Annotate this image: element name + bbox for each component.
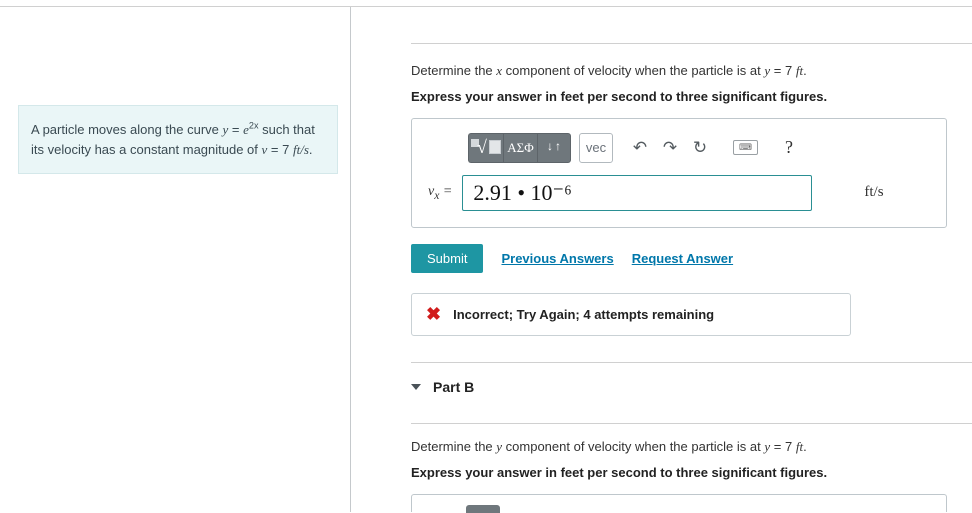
- partA-prompt: Determine the x component of velocity wh…: [411, 62, 972, 81]
- equation-toolbar: √ ΑΣΦ vec ↶ ↷ ↻ ⌨ ?: [468, 133, 930, 163]
- section-rule-top: [411, 43, 972, 44]
- partA-instruction: Express your answer in feet per second t…: [411, 89, 972, 104]
- subscript-fraction-button[interactable]: [537, 133, 571, 163]
- answer-unit-label: ft/s: [864, 184, 883, 201]
- help-button[interactable]: ?: [776, 137, 802, 158]
- section-rule-mid: [411, 362, 972, 363]
- left-column: A particle moves along the curve y = e2x…: [0, 7, 350, 512]
- template-group: √ ΑΣΦ: [468, 133, 571, 163]
- partB-instruction: Express your answer in feet per second t…: [411, 465, 972, 480]
- template-root-button[interactable]: √: [468, 133, 503, 163]
- answer-input[interactable]: [462, 175, 812, 211]
- sort-arrows-icon: [545, 138, 563, 158]
- reset-button[interactable]: ↻: [687, 138, 713, 158]
- partB-title: Part B: [433, 379, 474, 395]
- section-rule-after-partB: [411, 423, 972, 424]
- answer-row: vx = ft/s: [428, 175, 930, 211]
- redo-button[interactable]: ↷: [657, 138, 683, 158]
- feedback-box: ✖ Incorrect; Try Again; 4 attempts remai…: [411, 293, 851, 336]
- partB-prompt: Determine the y component of velocity wh…: [411, 438, 972, 457]
- answer-panel: √ ΑΣΦ vec ↶ ↷ ↻ ⌨ ? vx =: [411, 118, 947, 228]
- toolbar-peek: [466, 505, 500, 513]
- keyboard-shortcuts-button[interactable]: ⌨: [733, 140, 758, 155]
- incorrect-icon: ✖: [426, 304, 441, 325]
- greek-symbols-button[interactable]: ΑΣΦ: [503, 133, 537, 163]
- answer-variable-label: vx =: [428, 184, 452, 202]
- problem-text: A particle moves along the curve y = e2x…: [31, 122, 315, 157]
- main-container: A particle moves along the curve y = e2x…: [0, 7, 972, 512]
- undo-button[interactable]: ↶: [627, 138, 653, 158]
- request-answer-link[interactable]: Request Answer: [632, 251, 733, 266]
- partB-header[interactable]: Part B: [411, 377, 972, 397]
- problem-statement-box: A particle moves along the curve y = e2x…: [18, 105, 338, 174]
- root-icon: √: [469, 137, 503, 159]
- right-column: Determine the x component of velocity wh…: [351, 7, 972, 512]
- previous-answers-link[interactable]: Previous Answers: [501, 251, 613, 266]
- vec-button[interactable]: vec: [579, 133, 613, 163]
- caret-down-icon: [411, 384, 421, 390]
- submit-button[interactable]: Submit: [411, 244, 483, 273]
- partA-actions: Submit Previous Answers Request Answer: [411, 244, 972, 273]
- partB-answer-panel-cutoff: [411, 494, 947, 512]
- feedback-text: Incorrect; Try Again; 4 attempts remaini…: [453, 307, 714, 322]
